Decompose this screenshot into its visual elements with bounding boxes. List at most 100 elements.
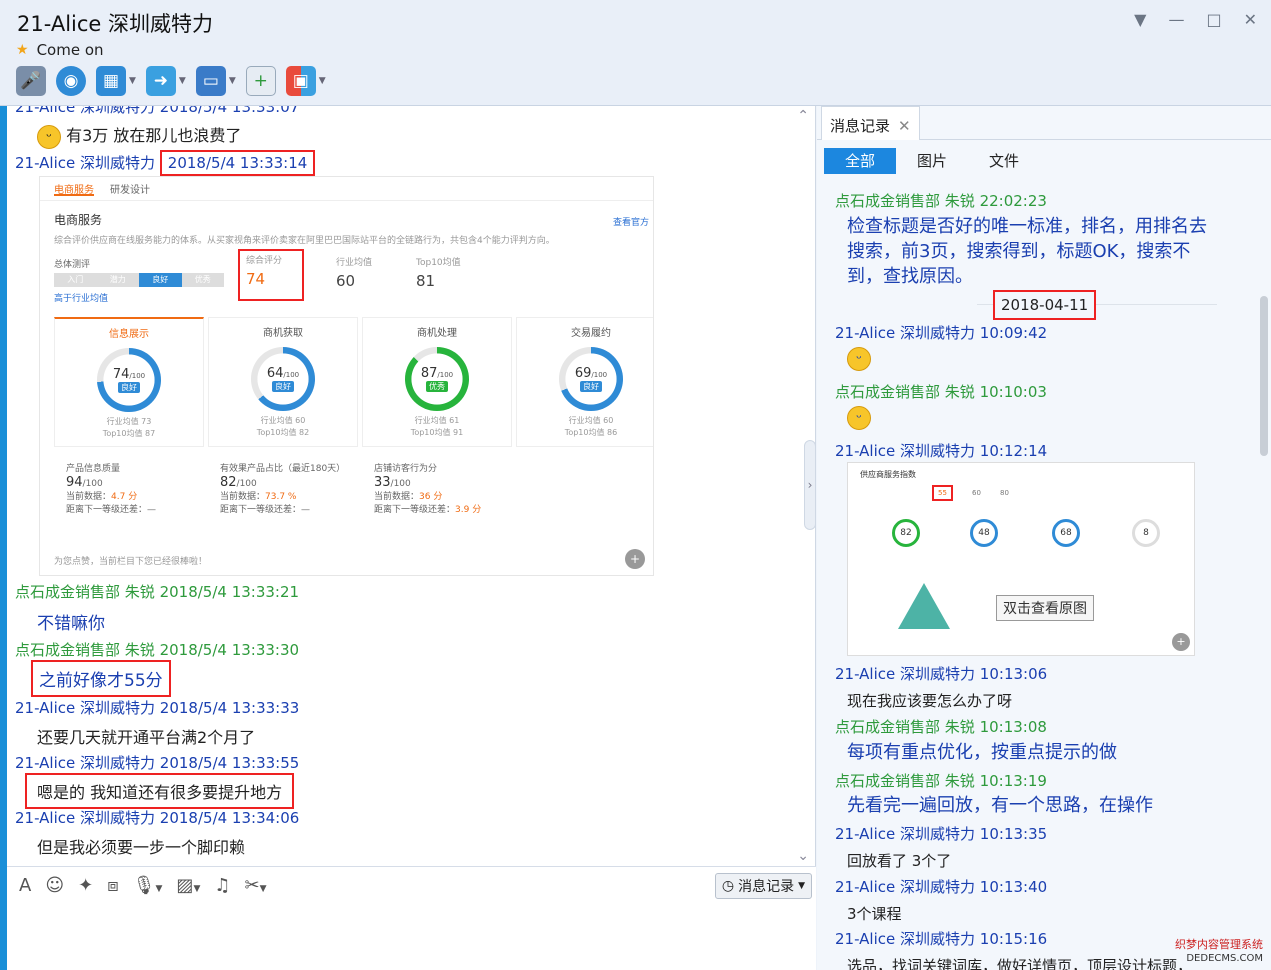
dropdown-icon[interactable]: ▼ xyxy=(1134,10,1146,29)
shot-heading: 电商服务 xyxy=(54,213,103,227)
shake-icon[interactable]: ⧈ xyxy=(107,875,118,896)
history-tab[interactable]: 消息记录 ✕ xyxy=(821,106,920,140)
history-header: 点石成金销售部 朱锐 22:02:23 xyxy=(835,192,1047,210)
thumb-ring: 68 xyxy=(1052,519,1080,547)
stat-block: 产品信息质量 94/100 当前数据：4.7 分 距离下一等级还差：— xyxy=(66,464,157,515)
history-list[interactable]: 点石成金销售部 朱锐 22:02:23 检查标题是否好的唯一标准，排名，用排名去… xyxy=(817,186,1257,970)
chevron-down-icon: ▼ xyxy=(318,76,326,86)
webcam-icon: ◉ xyxy=(56,66,86,96)
message-text: ᵕ 有3万 放在那儿也浪费了 xyxy=(37,122,241,149)
stat-block: 有效果产品占比（最近180天） 82/100 当前数据：73.7 % 距离下一等… xyxy=(220,464,346,515)
video-call-button[interactable]: ◉ xyxy=(56,64,86,98)
window-controls: ▼ — □ ✕ xyxy=(1134,10,1257,29)
shot-tab: 电商服务 xyxy=(54,181,94,196)
close-icon[interactable]: ✕ xyxy=(1244,10,1257,29)
history-header: 21-Alice 深圳威特力 10:12:14 xyxy=(835,442,1048,460)
thumb-score: 55 xyxy=(932,485,953,501)
remote-desktop-button[interactable]: ▭ ▼ xyxy=(195,64,236,98)
thumb-ring: 82 xyxy=(892,519,920,547)
input-area[interactable]: A ☺ ✦ ⧈ 🎙▼ ▨▼ ♫ ✂▼ ◷ 消息记录 ▼ xyxy=(7,866,816,970)
shot-description: 综合评价供应商在线服务能力的体系。从买家视角来评价卖家在阿里巴巴国际站平台的全链… xyxy=(54,236,555,246)
voice-message-icon[interactable]: 🎙▼ xyxy=(133,875,163,896)
folder-icon: ➜ xyxy=(145,66,176,96)
score-ring: 74/100 良好 xyxy=(97,348,161,412)
music-icon[interactable]: ♫ xyxy=(214,875,230,896)
message-header: 21-Alice 深圳威特力 2018/5/4 13:33:07 xyxy=(15,106,300,116)
filter-images[interactable]: 图片 xyxy=(896,148,968,174)
history-header: 点石成金销售部 朱锐 10:13:19 xyxy=(835,772,1047,790)
history-text: 检查标题是否好的唯一标准，排名，用排名去 xyxy=(847,216,1207,237)
new-chat-button[interactable]: + xyxy=(245,64,276,98)
score-ring: 69/100 良好 xyxy=(559,347,623,411)
score-card: 信息展示 74/100 良好 行业均值 73 Top10均值 87 xyxy=(54,317,204,447)
radar-shape xyxy=(898,583,950,629)
scroll-up-icon[interactable]: ⌃ xyxy=(797,108,809,124)
scissors-icon[interactable]: ✂▼ xyxy=(245,875,267,896)
close-icon[interactable]: ✕ xyxy=(898,117,911,135)
eval-label: 总体测评 xyxy=(54,260,91,270)
maximize-icon[interactable]: □ xyxy=(1206,10,1221,29)
smile-emoji-icon: ᵕ xyxy=(847,347,871,371)
score-card: 交易履约 69/100 良好 行业均值 60 Top10均值 86 xyxy=(516,317,653,447)
history-tab-bar: 消息记录 ✕ xyxy=(817,106,1271,140)
history-header: 21-Alice 深圳威特力 10:13:40 xyxy=(835,878,1048,896)
send-file-button[interactable]: ➜ ▼ xyxy=(145,64,186,98)
zoom-icon[interactable]: + xyxy=(625,549,645,569)
history-header: 点石成金销售部 朱锐 10:13:08 xyxy=(835,718,1047,736)
top10-avg: Top10均值 81 xyxy=(416,258,461,290)
history-filters: 全部 图片 文件 xyxy=(824,148,1040,174)
message-header: 点石成金销售部 朱锐 2018/5/4 13:33:30 xyxy=(15,641,300,659)
score-card: 商机处理 87/100 优秀 行业均值 61 Top10均值 91 xyxy=(362,317,512,447)
filter-files[interactable]: 文件 xyxy=(968,148,1040,174)
history-header: 21-Alice 深圳威特力 10:13:35 xyxy=(835,825,1048,843)
stat-block: 店铺访客行为分 33/100 当前数据：36 分 距离下一等级还差：3.9 分 xyxy=(374,464,482,515)
smile-emoji-icon: ᵕ xyxy=(37,124,61,149)
image-thumbnail[interactable]: 供应商服务指数 55 60 80 82 48 68 8 双击查看原图 + xyxy=(847,462,1195,656)
image-icon[interactable]: ▨▼ xyxy=(176,875,200,896)
chevron-down-icon: ▼ xyxy=(228,76,236,86)
screen-share-button[interactable]: ▦ ▼ xyxy=(96,64,136,98)
score-card: 商机获取 64/100 良好 行业均值 60 Top10均值 82 xyxy=(208,317,358,447)
chevron-down-icon: ▼ xyxy=(178,76,186,86)
chevron-down-icon: ▼ xyxy=(798,881,805,891)
message-text: 之前好像才55分 xyxy=(31,660,171,697)
eval-bar: 入门 潜力 良好 优秀 xyxy=(54,273,224,287)
thumb-ring: 8 xyxy=(1132,519,1160,547)
view-original-tooltip: 双击查看原图 xyxy=(996,595,1094,621)
thumb-ring: 48 xyxy=(970,519,998,547)
history-text: 到，查找原因。 xyxy=(847,266,973,287)
highlighted-timestamp: 2018/5/4 13:33:14 xyxy=(159,150,316,176)
message-header: 21-Alice 深圳威特力 2018/5/4 13:34:06 xyxy=(15,809,300,827)
above-average-text: 高于行业均值 xyxy=(54,294,109,304)
shot-link: 查看官方 xyxy=(612,218,649,228)
message-text: 不错嘛你 xyxy=(37,614,105,634)
message-history-panel: 消息记录 ✕ 全部 图片 文件 点石成金销售部 朱锐 22:02:23 检查标题是… xyxy=(817,106,1271,970)
history-text: ᵕ xyxy=(847,405,871,430)
chat-history[interactable]: 21-Alice 深圳威特力 2018/5/4 13:33:07 ᵕ 有3万 放… xyxy=(7,106,816,866)
message-header: 21-Alice 深圳威特力 2018/5/4 13:33:33 xyxy=(15,699,300,717)
screenshot-image[interactable]: 电商服务 研发设计 电商服务 综合评价供应商在线服务能力的体系。从买家视角来评价… xyxy=(39,176,654,576)
minimize-icon[interactable]: — xyxy=(1168,10,1184,29)
font-icon[interactable]: A xyxy=(19,875,31,896)
message-header: 21-Alice 深圳威特力 2018/5/4 13:33:14 xyxy=(15,150,316,176)
score-ring: 87/100 优秀 xyxy=(405,347,469,411)
panel-splitter-handle[interactable]: › xyxy=(804,440,816,530)
filter-all[interactable]: 全部 xyxy=(824,148,896,174)
overall-score: 综合评分 74 xyxy=(238,249,304,301)
magic-wand-icon[interactable]: ✦ xyxy=(78,875,93,896)
message-history-button[interactable]: ◷ 消息记录 ▼ xyxy=(714,873,812,899)
history-header: 21-Alice 深圳威特力 10:15:16 xyxy=(835,930,1048,948)
emoji-icon[interactable]: ☺ xyxy=(45,875,64,896)
scrollbar-thumb[interactable] xyxy=(1260,296,1268,456)
title-bar: 21-Alice 深圳威特力 ★ Come on ▼ — □ ✕ 🎤 ◉ ▦ ▼… xyxy=(0,0,1271,106)
history-scrollbar[interactable] xyxy=(1259,186,1269,970)
scroll-down-icon[interactable]: ⌄ xyxy=(797,848,809,864)
status-text: Come on xyxy=(36,41,104,59)
history-header: 点石成金销售部 朱锐 10:10:03 xyxy=(835,383,1047,401)
input-toolbar: A ☺ ✦ ⧈ 🎙▼ ▨▼ ♫ ✂▼ xyxy=(19,875,267,896)
zoom-icon[interactable]: + xyxy=(1172,633,1190,651)
chat-toolbar: 🎤 ◉ ▦ ▼ ➜ ▼ ▭ ▼ + ▣ ▼ xyxy=(16,64,326,98)
voice-call-button[interactable]: 🎤 xyxy=(16,64,46,98)
chat-add-icon: + xyxy=(245,66,276,96)
apps-button[interactable]: ▣ ▼ xyxy=(285,64,326,98)
